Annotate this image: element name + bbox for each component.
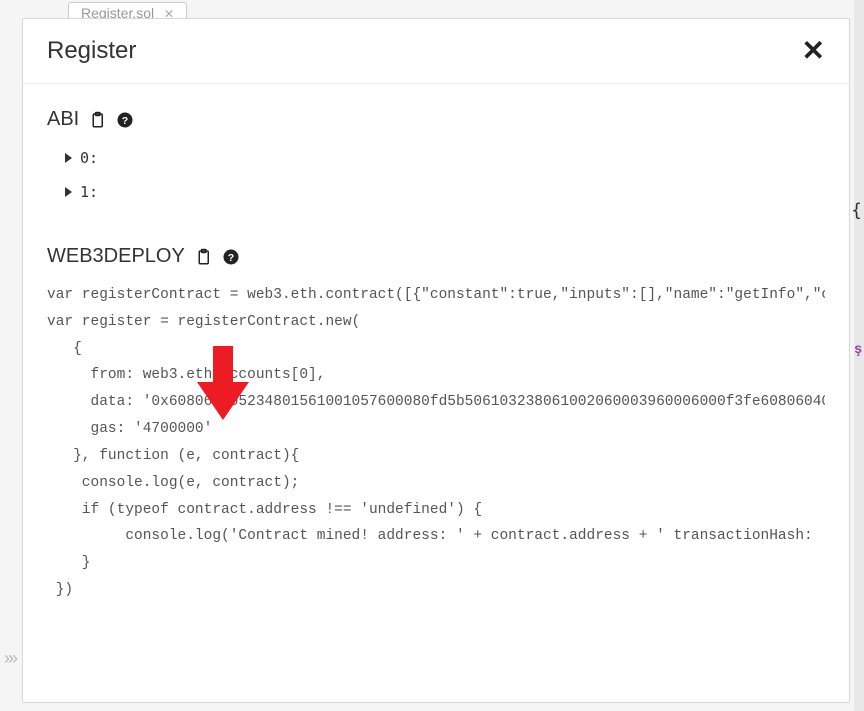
svg-text:?: ? (122, 114, 128, 126)
background-chevrons: »» (4, 648, 12, 669)
right-purple-hint: ş (854, 340, 862, 356)
abi-section-header: ABI ? (47, 108, 825, 131)
web3deploy-section-header: WEB3DEPLOY ? (47, 245, 825, 268)
web3deploy-label: WEB3DEPLOY (47, 245, 185, 268)
register-modal: Register ✕ ABI ? 0: 1: (22, 18, 850, 703)
clipboard-icon[interactable] (87, 110, 107, 130)
right-bracket-hint: { (851, 200, 862, 221)
abi-label: ABI (47, 108, 79, 131)
web3deploy-code: var registerContract = web3.eth.contract… (47, 282, 825, 604)
abi-item-0[interactable]: 0: (47, 145, 825, 171)
abi-item-label: 1: (80, 183, 98, 201)
caret-right-icon (65, 153, 72, 163)
svg-text:?: ? (228, 251, 234, 263)
modal-title: Register (47, 37, 136, 65)
close-button[interactable]: ✕ (802, 37, 825, 65)
help-icon[interactable]: ? (115, 110, 135, 130)
code-scroll-area[interactable]: var registerContract = web3.eth.contract… (47, 282, 825, 612)
modal-header: Register ✕ (23, 19, 849, 84)
clipboard-icon[interactable] (193, 247, 213, 267)
modal-body[interactable]: ABI ? 0: 1: (23, 84, 849, 702)
help-icon[interactable]: ? (221, 247, 241, 267)
web3deploy-section: WEB3DEPLOY ? var registerContract = web3… (47, 245, 825, 612)
abi-item-label: 0: (80, 149, 98, 167)
abi-item-1[interactable]: 1: (47, 179, 825, 205)
caret-right-icon (65, 187, 72, 197)
